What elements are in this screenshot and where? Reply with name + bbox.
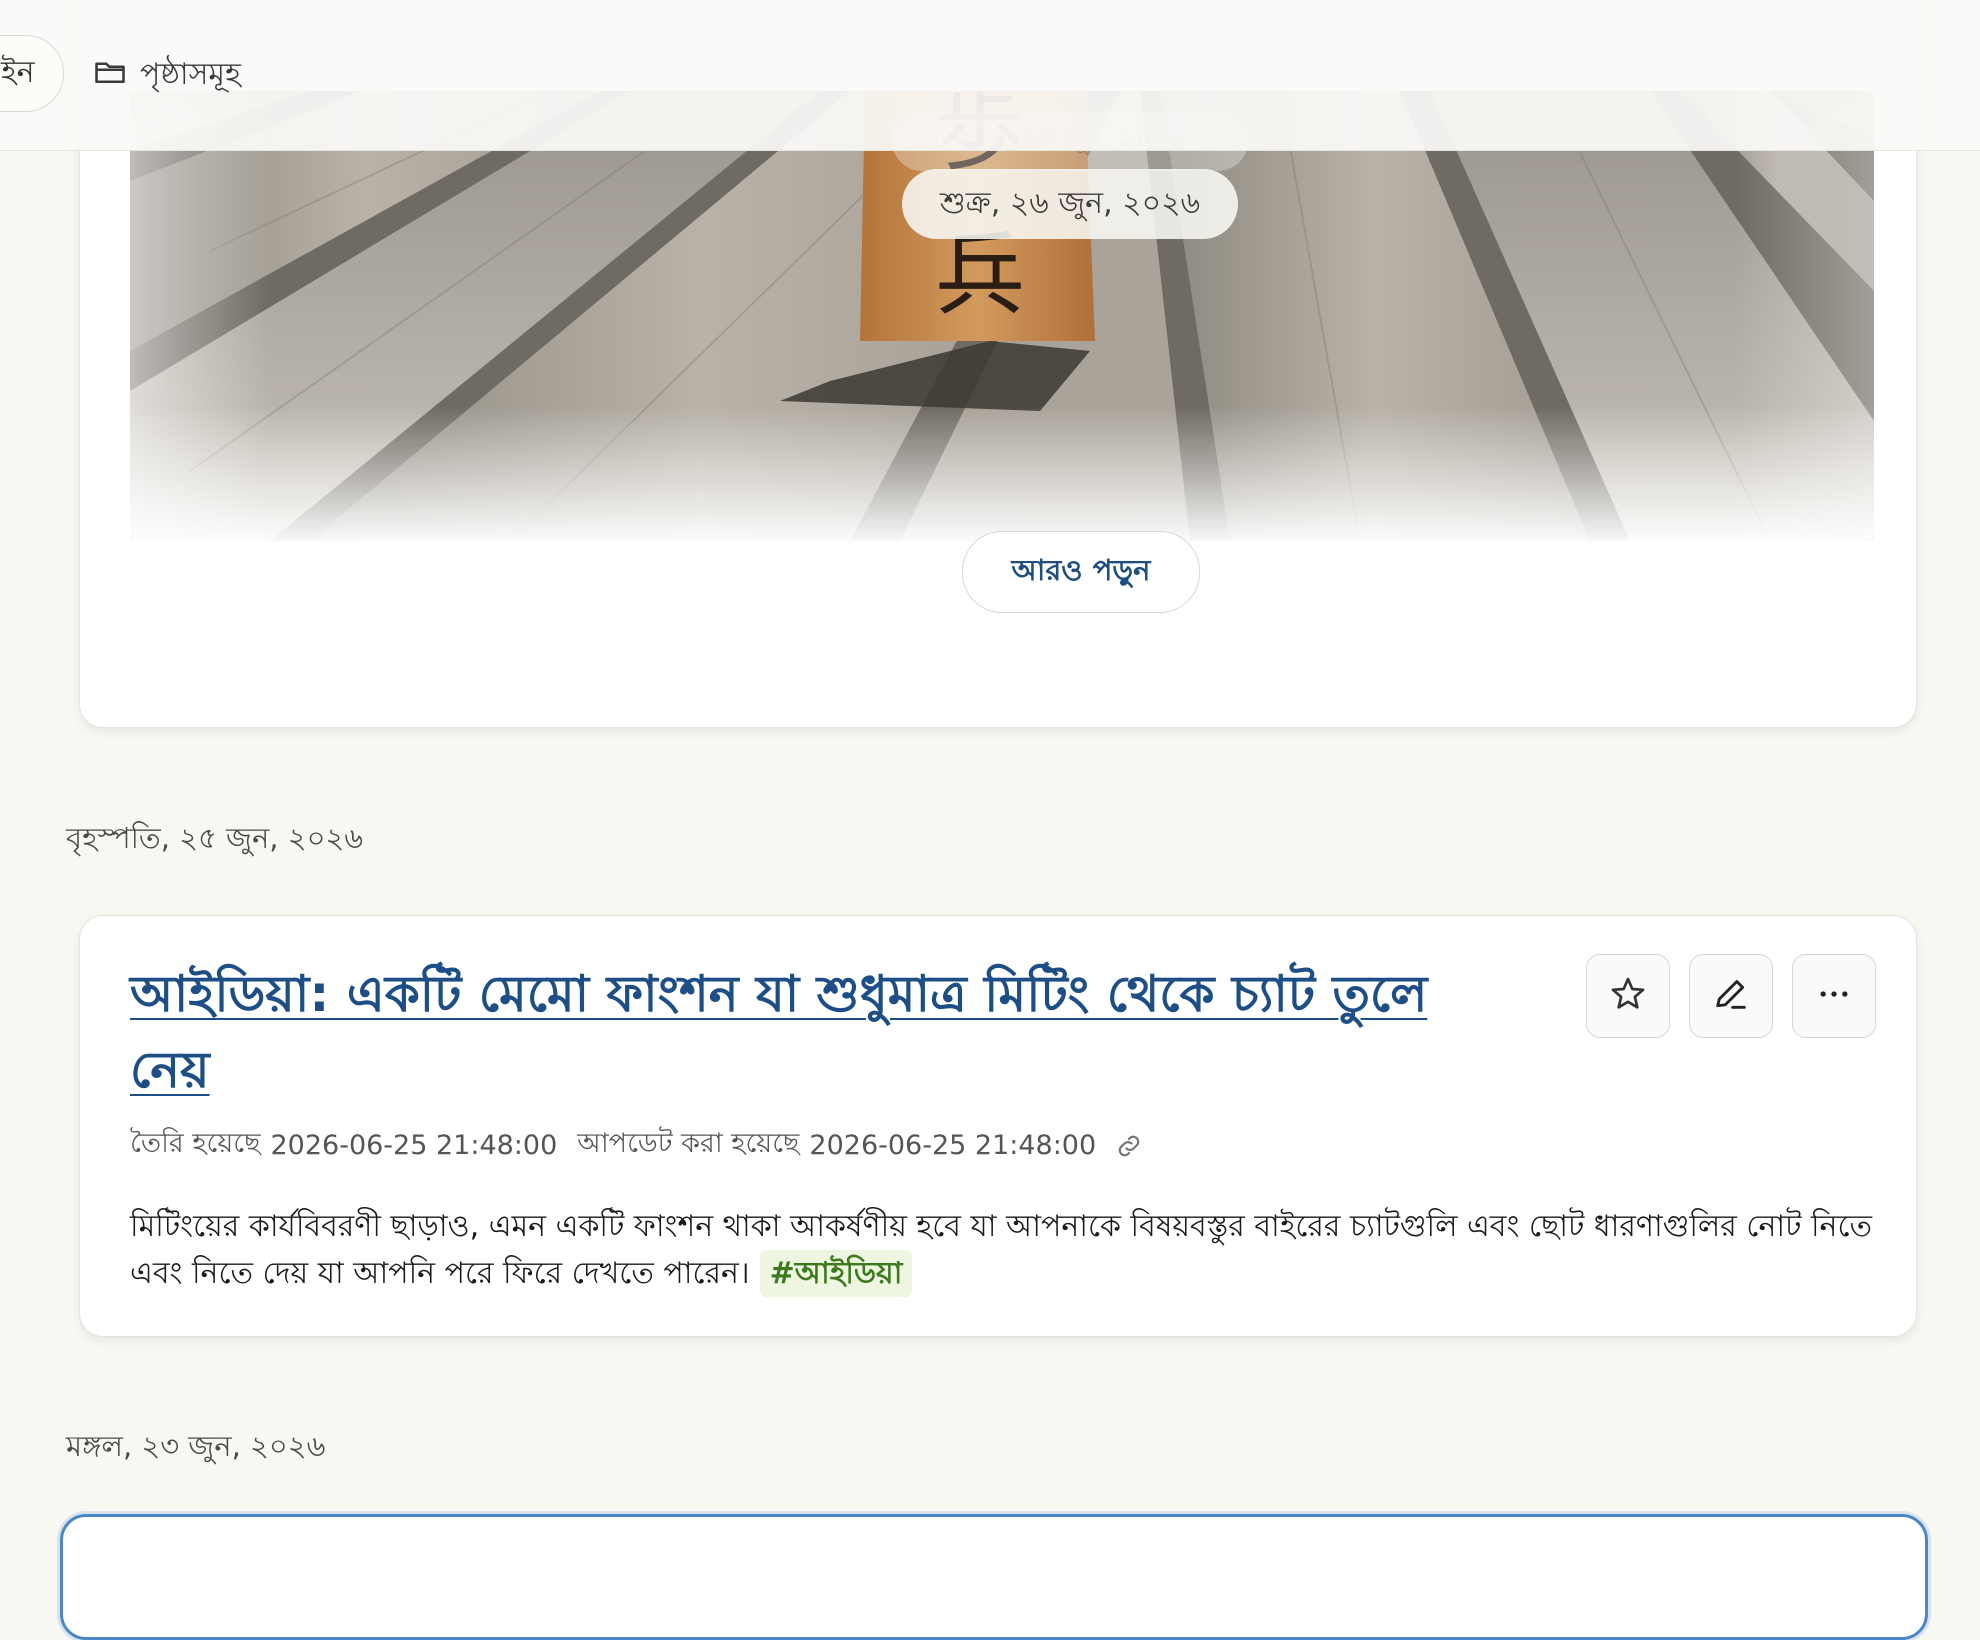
updated-label: আপডেট করা হয়েছে [577,1128,800,1159]
post-card: আইডিয়া: একটি মেমো ফাংশন যা শুধুমাত্র মি… [79,915,1917,1337]
more-horizontal-icon [1814,974,1854,1018]
read-more-button[interactable]: আরও পড়ুন [962,531,1200,613]
post-actions [1586,954,1876,1038]
day-header: মঙ্গল, ২৩ জুন, ২০২৬ [66,1429,326,1463]
post-title-link[interactable]: আইডিয়া: একটি মেমো ফাংশন যা শুধুমাত্র মি… [130,956,1510,1108]
pages-nav-label: পৃষ্ঠাসমূহ [140,57,241,92]
pages-nav-link[interactable]: পৃষ্ঠাসমূহ [92,50,241,101]
nav-pill-button[interactable]: ইন [0,35,64,112]
post-body-text: মিটিংয়ের কার্যবিবরণী ছাড়াও, এমন একটি ফ… [130,1209,1873,1291]
top-navigation-bar: ইন পৃষ্ঠাসমূহ [0,0,1980,151]
star-icon [1608,974,1648,1018]
post-meta: তৈরি হয়েছে 2026-06-25 21:48:00 আপডেট কর… [130,1123,1144,1168]
post-card-focused[interactable] [60,1514,1928,1640]
created-label: তৈরি হয়েছে [130,1128,261,1159]
edit-button[interactable] [1689,954,1773,1038]
favorite-button[interactable] [1586,954,1670,1038]
more-options-button[interactable] [1792,954,1876,1038]
post-body: মিটিংয়ের কার্যবিবরণী ছাড়াও, এমন একটি ফ… [130,1203,1890,1297]
created-timestamp: 2026-06-25 21:48:00 [270,1130,558,1161]
updated-timestamp: 2026-06-25 21:48:00 [809,1130,1097,1161]
day-header: বৃহস্পতি, ২৫ জুন, ২০২৬ [66,821,364,855]
folder-icon [92,54,128,98]
pencil-icon [1711,974,1751,1018]
hashtag-link[interactable]: #আইডিয়া [759,1250,913,1297]
link-icon[interactable] [1114,1131,1144,1161]
nav-pill-label: ইন [1,55,35,90]
image-date-overlay: শুক্র, ২৬ জুন, ২০২৬ [902,169,1238,239]
